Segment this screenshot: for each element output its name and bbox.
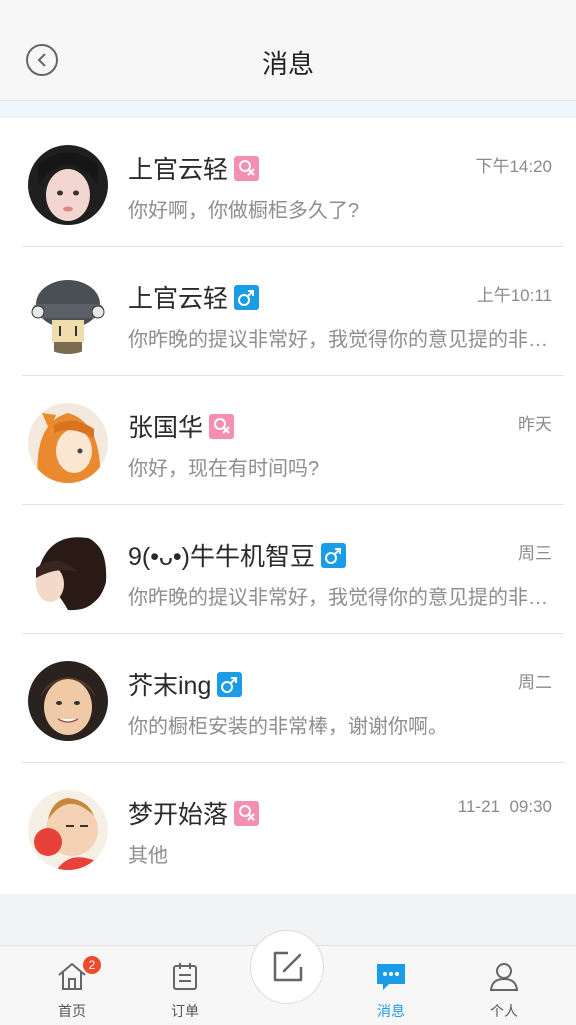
contact-name-text: 上官云轻 [128,285,229,313]
contact-name: 上官云轻 [128,150,260,186]
contact-name-text: 芥末ing [128,672,212,700]
message-preview: 你好啊，你做橱柜多久了? [128,200,360,222]
tab-messages[interactable]: 消息 [351,946,431,1025]
contact-name-text: 上官云轻 [128,156,229,184]
avatar[interactable] [28,274,108,354]
female-icon [234,156,260,181]
avatar[interactable] [28,532,108,612]
message-row[interactable]: 梦开始落 11-21 09:30 其他 [0,763,576,892]
message-row[interactable]: 张国华 昨天 你好，现在有时间吗? [0,376,576,505]
message-row[interactable]: 9(•ᴗ•)牛牛机智豆 周三 你昨晚的提议非常好，我觉得你的意见提的非常好 [0,505,576,634]
message-time: 下午14:20 [475,157,552,176]
female-icon [209,414,235,439]
contact-name-text: 梦开始落 [128,801,229,829]
contact-name: 9(•ᴗ•)牛牛机智豆 [128,537,346,573]
contact-name-text: 9(•ᴗ•)牛牛机智豆 [128,543,315,571]
contact-name: 上官云轻 [128,279,260,315]
tab-home[interactable]: 2 首页 [32,946,112,1025]
avatar[interactable] [28,403,108,483]
message-row[interactable]: 上官云轻 下午14:20 你好啊，你做橱柜多久了? [0,118,576,247]
avatar[interactable] [28,661,108,741]
tab-orders-label: 订单 [171,1003,199,1019]
contact-name-text: 张国华 [128,414,204,442]
tab-profile[interactable]: 个人 [464,946,544,1025]
user-icon [489,963,519,991]
tab-profile-label: 个人 [490,1003,518,1019]
message-preview: 你昨晚的提议非常好，我觉得你的意见提的非常好 [128,587,558,609]
message-preview: 你的橱柜安装的非常棒，谢谢你啊。 [128,716,448,738]
message-preview: 你昨晚的提议非常好，我觉得你的意见提的非常好 [128,329,558,351]
male-icon [217,672,243,697]
chat-icon [377,964,405,990]
avatar[interactable] [28,145,108,225]
nav-bar: 消息 [0,0,576,101]
male-icon [234,285,260,310]
contact-name: 芥末ing [128,666,243,702]
message-time: 上午10:11 [476,286,552,305]
message-time: 周三 [518,544,552,563]
message-preview: 你好，现在有时间吗? [128,458,320,480]
page-title: 消息 [261,49,314,79]
tab-messages-label: 消息 [377,1003,405,1019]
tab-home-label: 首页 [58,1003,86,1019]
notification-badge: 2 [83,956,101,974]
contact-name: 张国华 [128,408,235,444]
message-preview: 其他 [128,845,168,867]
message-row[interactable]: 上官云轻 上午10:11 你昨晚的提议非常好，我觉得你的意见提的非常好 [0,247,576,376]
avatar[interactable] [28,790,108,870]
compose-button[interactable] [250,930,324,1004]
message-list: 上官云轻 下午14:20 你好啊，你做橱柜多久了? 上官云轻 上午10:11 你… [0,118,576,894]
message-time: 周二 [518,673,552,692]
contact-name: 梦开始落 [128,795,260,831]
message-time: 昨天 [518,415,552,434]
female-icon [234,801,260,826]
header-separator [0,101,576,115]
tab-orders[interactable]: 订单 [145,946,225,1025]
male-icon [320,543,346,568]
message-time: 11-21 09:30 [457,797,552,816]
orders-icon [173,963,197,990]
edit-icon [273,951,303,982]
message-row[interactable]: 芥末ing 周二 你的橱柜安装的非常棒，谢谢你啊。 [0,634,576,763]
